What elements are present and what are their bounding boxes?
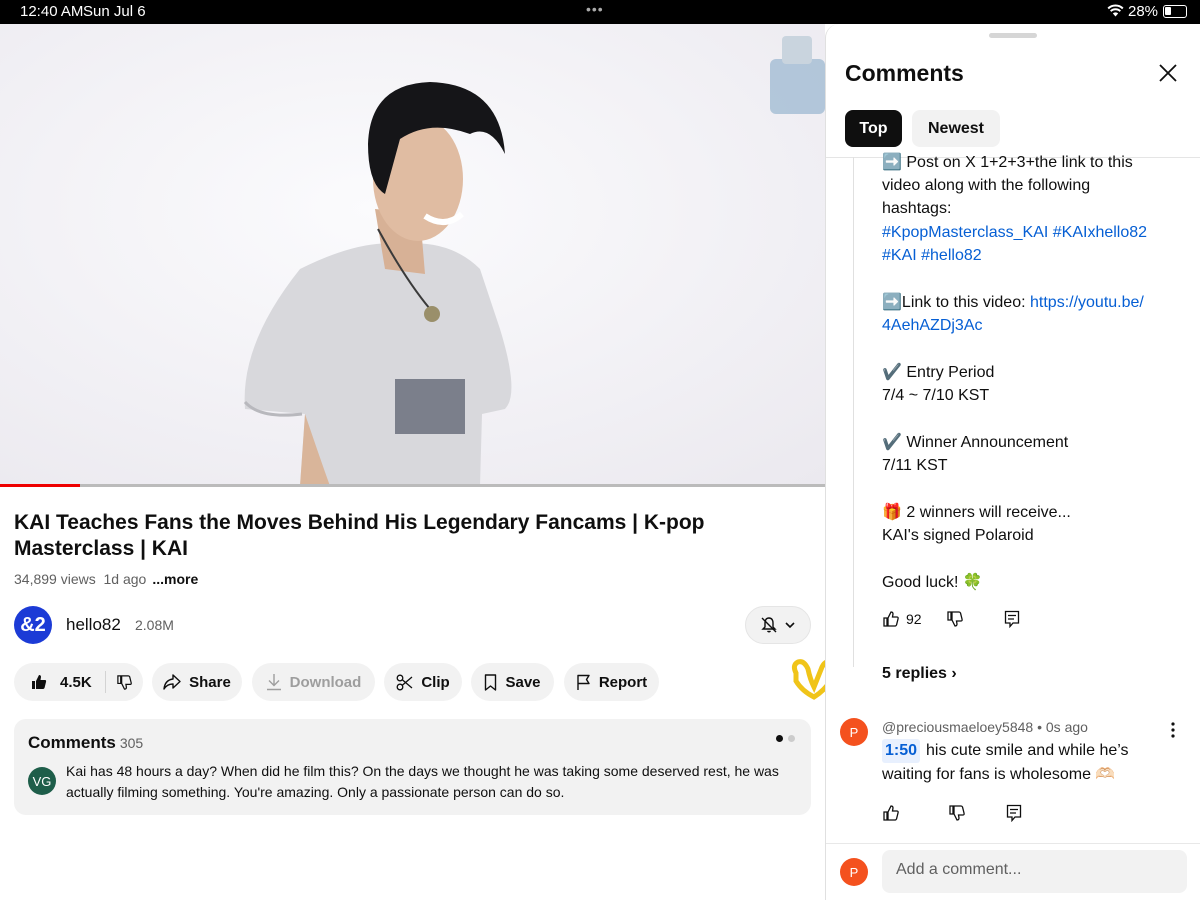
download-button[interactable]: Download <box>252 663 375 701</box>
pinned-comment-actions: 92 <box>882 610 1020 628</box>
video-title[interactable]: KAI Teaches Fans the Moves Behind His Le… <box>14 510 734 562</box>
video-meta[interactable]: 34,899 views 1d ago ...more <box>14 571 198 587</box>
channel-name[interactable]: hello82 <box>66 615 121 635</box>
wifi-icon <box>1107 4 1124 17</box>
composer-divider <box>826 843 1200 844</box>
report-button[interactable]: Report <box>564 663 659 701</box>
comments-count: 305 <box>119 735 144 751</box>
reply-handle[interactable]: @preciousmaeloey5848 • 0s ago <box>882 719 1088 735</box>
thread-line <box>853 157 854 667</box>
reply-icon[interactable] <box>1006 804 1022 822</box>
scissors-icon <box>396 674 413 690</box>
bookmark-icon <box>485 673 497 691</box>
reply-actions <box>882 804 1022 822</box>
composer-avatar: P <box>840 858 868 886</box>
video-frame <box>0 24 825 486</box>
thumbs-up-icon[interactable] <box>882 610 900 628</box>
pinned-comment-line[interactable]: #KpopMasterclass_KAI #KAIxhello82 <box>882 221 1147 244</box>
share-label: Share <box>189 673 231 691</box>
date: Sun Jul 6 <box>83 3 146 20</box>
like-count: 4.5K <box>60 673 92 691</box>
view-count: 34,899 views <box>14 571 96 587</box>
channel-avatar[interactable]: &2 <box>14 606 52 644</box>
multitask-dots-icon[interactable]: ••• <box>586 1 604 17</box>
pinned-comment-line: hashtags: <box>882 200 952 217</box>
pinned-comment-line: ➡️ Post on X 1+2+3+the link to this <box>882 154 1133 171</box>
clock: 12:40 AM <box>20 3 84 20</box>
played-range <box>0 484 81 487</box>
thumbs-down-icon[interactable] <box>948 804 966 822</box>
save-button[interactable]: Save <box>471 663 554 701</box>
dislike-button[interactable] <box>106 674 133 691</box>
thumbs-up-filled-icon <box>32 675 47 689</box>
pinned-comment-line[interactable]: #KAI #hello82 <box>882 244 982 267</box>
close-icon[interactable] <box>1156 61 1180 85</box>
commenter-avatar: VG <box>28 767 56 795</box>
notification-bell-button[interactable] <box>745 606 811 644</box>
download-icon <box>266 674 281 691</box>
comments-preview-card[interactable]: Comments 305 VG Kai has 48 hours a day? W… <box>14 719 811 815</box>
report-label: Report <box>598 673 648 691</box>
pinned-like-count: 92 <box>906 611 922 627</box>
panel-drag-handle[interactable] <box>989 33 1037 38</box>
share-icon <box>163 674 181 690</box>
pinned-comment-line: ✔️ Entry Period <box>882 364 995 381</box>
pinned-comment-line[interactable]: 4AehAZDj3Ac <box>882 314 983 337</box>
chevron-right-icon: › <box>951 665 957 682</box>
battery-percent: 28% <box>1128 3 1159 20</box>
video-progress-bar[interactable] <box>0 484 825 487</box>
bell-off-icon <box>761 617 777 633</box>
carousel-indicator <box>776 735 795 742</box>
battery-icon <box>1163 5 1187 18</box>
reply-avatar[interactable]: P <box>840 718 868 746</box>
more-link[interactable]: ...more <box>152 571 198 587</box>
chevron-down-icon <box>785 622 795 629</box>
tab-top[interactable]: Top <box>845 110 902 147</box>
thumbs-up-icon[interactable] <box>882 804 900 822</box>
video-player[interactable] <box>0 24 825 486</box>
add-comment-input[interactable]: Add a comment... <box>882 850 1187 893</box>
replies-toggle[interactable]: 5 replies › <box>882 665 957 683</box>
like-button[interactable]: 4.5K <box>14 671 106 693</box>
pinned-comment-line[interactable]: ➡️Link to this video: https://youtu.be/ <box>882 291 1144 314</box>
share-button[interactable]: Share <box>152 663 242 701</box>
comments-heading-label: Comments <box>28 733 116 752</box>
upload-age: 1d ago <box>103 571 147 587</box>
more-options-icon[interactable] <box>1170 722 1176 738</box>
thumbs-down-icon[interactable] <box>946 610 964 628</box>
panel-title: Comments <box>845 60 964 86</box>
pinned-comment-line: 7/4 ~ 7/10 KST <box>882 387 990 404</box>
status-bar: 12:40 AM Sun Jul 6 ••• 28% <box>0 0 1200 24</box>
reply-text: 1:50 his cute smile and while he’s waitin… <box>882 739 1182 787</box>
download-label: Download <box>289 673 362 691</box>
tab-newest[interactable]: Newest <box>912 110 1000 147</box>
pinned-comment-line: Good luck! 🍀 <box>882 574 983 591</box>
flag-icon <box>577 674 590 690</box>
comments-panel: Comments Top Newest ➡️ Post on X 1+2+3+t… <box>825 24 1200 900</box>
reply-username: @preciousmaeloey5848 <box>882 719 1034 735</box>
thumbs-down-icon <box>117 674 132 690</box>
clip-label: Clip <box>421 673 450 691</box>
replies-label: 5 replies <box>882 665 947 682</box>
like-dislike-group: 4.5K <box>14 663 143 701</box>
pinned-comment-line: video along with the following <box>882 177 1091 194</box>
clip-button[interactable]: Clip <box>384 663 462 701</box>
pinned-comment-line: 7/11 KST <box>882 457 948 474</box>
comment-preview-text: Kai has 48 hours a day? When did he film… <box>66 763 779 800</box>
timestamp-link[interactable]: 1:50 <box>882 739 921 763</box>
comments-heading: Comments 305 <box>28 733 143 753</box>
pinned-comment-line: 🎁 2 winners will receive... <box>882 504 1071 521</box>
reply-icon[interactable] <box>1004 610 1020 628</box>
pinned-comment-line: KAI's signed Polaroid <box>882 527 1034 544</box>
pinned-comment-line: ✔️ Winner Announcement <box>882 434 1069 451</box>
save-label: Save <box>505 673 541 691</box>
reply-age: 0s ago <box>1045 719 1088 735</box>
subscriber-count: 2.08M <box>135 617 174 633</box>
